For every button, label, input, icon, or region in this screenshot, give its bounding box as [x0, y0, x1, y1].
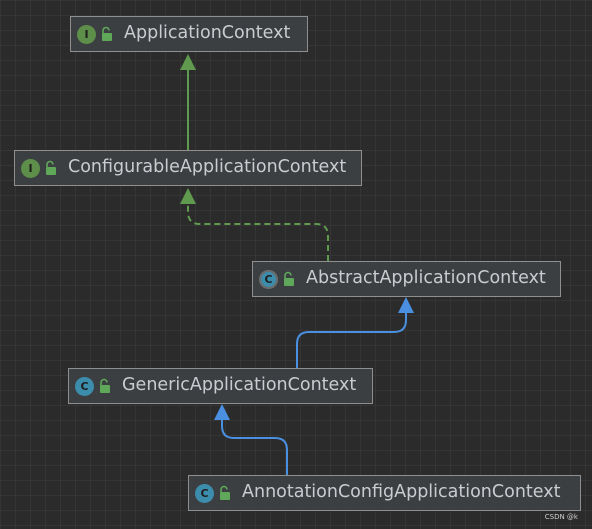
abstract-class-icon: C	[259, 269, 278, 289]
arrowhead-icon	[214, 404, 230, 420]
node-abstractapplicationcontext[interactable]: C AbstractApplicationContext	[252, 261, 561, 297]
lock-open-icon	[46, 160, 56, 175]
class-icon: C	[75, 376, 94, 396]
lock-open-icon	[284, 271, 294, 286]
uml-diagram: I ApplicationContext I ConfigurableAppli…	[0, 0, 592, 529]
edge-abstract-to-configurable	[180, 188, 329, 261]
interface-icon: I	[77, 24, 96, 44]
edge-annotationconfig-to-generic	[214, 404, 288, 475]
lock-open-icon	[220, 485, 230, 500]
arrowhead-icon	[180, 54, 196, 70]
watermark: CSDN @k	[544, 513, 578, 521]
class-icon: C	[195, 483, 214, 503]
arrowhead-icon	[180, 188, 196, 204]
node-applicationcontext[interactable]: I ApplicationContext	[70, 16, 308, 52]
arrowhead-icon	[398, 297, 414, 313]
node-genericapplicationcontext[interactable]: C GenericApplicationContext	[68, 368, 373, 404]
edge-configurable-to-applicationcontext	[180, 54, 196, 150]
lock-open-icon	[100, 378, 110, 393]
interface-icon: I	[21, 158, 40, 178]
node-annotationconfigapplicationcontext[interactable]: C AnnotationConfigApplicationContext	[188, 475, 581, 511]
node-label: AnnotationConfigApplicationContext	[242, 482, 561, 503]
node-label: GenericApplicationContext	[122, 375, 357, 396]
node-label: ApplicationContext	[124, 23, 291, 44]
lock-open-icon	[102, 26, 112, 41]
edge-generic-to-abstract	[296, 297, 414, 368]
node-label: ConfigurableApplicationContext	[68, 157, 347, 178]
node-configurableapplicationcontext[interactable]: I ConfigurableApplicationContext	[14, 150, 362, 186]
node-label: AbstractApplicationContext	[306, 268, 546, 289]
